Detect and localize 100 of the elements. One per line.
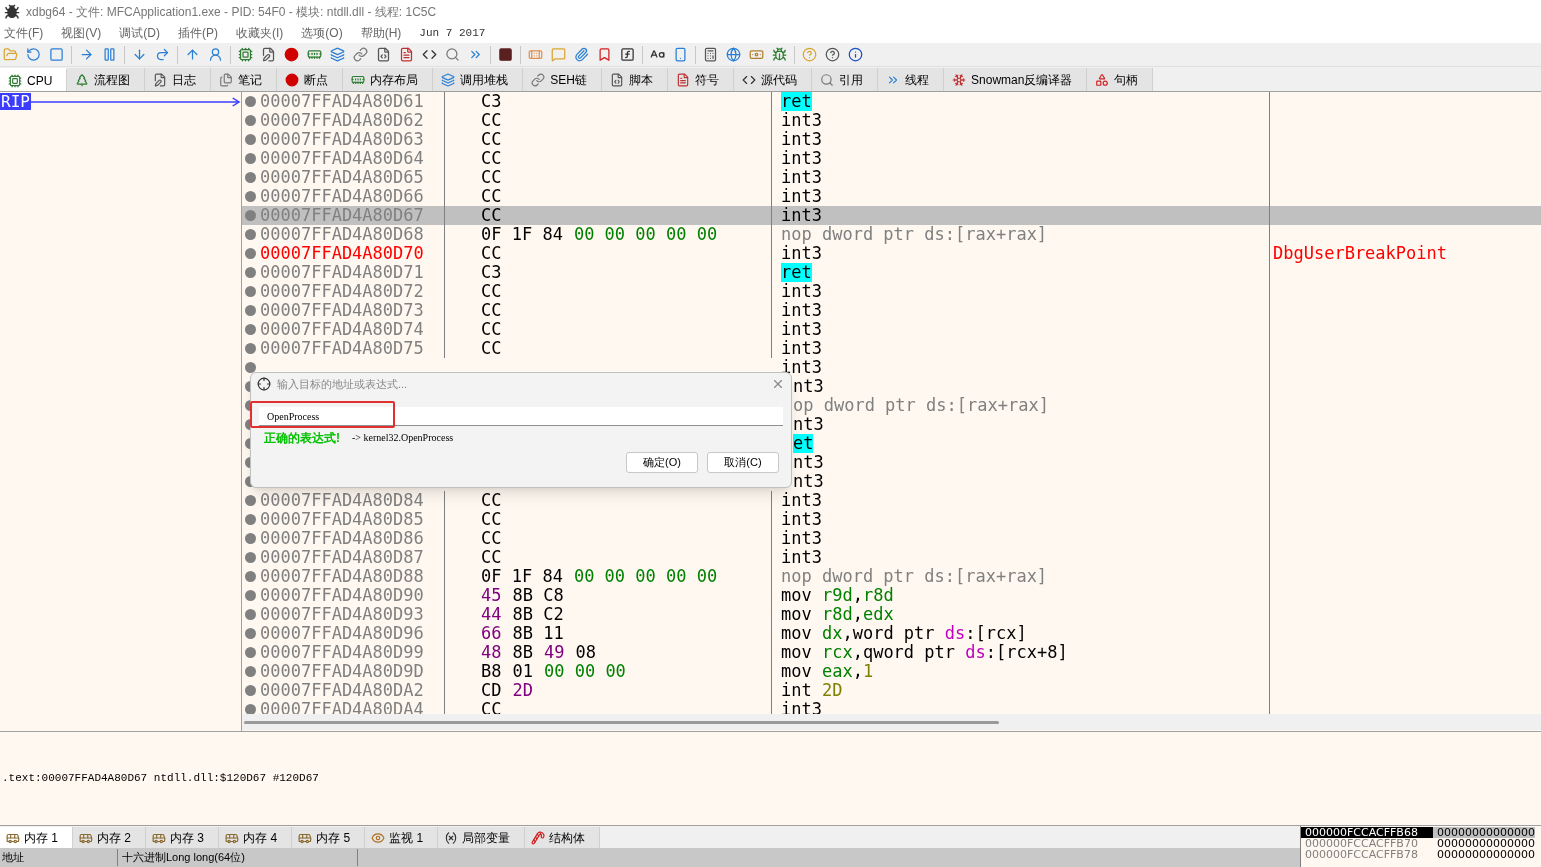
arrow-right-icon bbox=[79, 47, 94, 62]
listing-row[interactable]: 00007FFAD4A80D63 CC int3 bbox=[242, 130, 1541, 149]
listing-row[interactable]: 00007FFAD4A80D96 66 8B 11 mov dx,word ptr ds:[rcx] bbox=[242, 624, 1541, 643]
stack-value: 00000000000000 bbox=[1436, 849, 1535, 860]
tab[interactable]: 引用 bbox=[812, 68, 879, 91]
bookmark-button[interactable] bbox=[596, 46, 613, 63]
listing-row[interactable]: 00007FFAD4A80D61 C3 ret bbox=[242, 92, 1541, 111]
tab[interactable]: 监视 1 bbox=[365, 827, 439, 848]
notepad-button[interactable] bbox=[260, 46, 277, 63]
curved-arrow-button[interactable] bbox=[154, 46, 171, 63]
instruction-text: , bbox=[852, 605, 863, 624]
listing-row[interactable]: 00007FFAD4A80D72 CC int3 bbox=[242, 282, 1541, 301]
tab[interactable]: 源代码 bbox=[734, 68, 813, 91]
tab[interactable]: 内存 2 bbox=[73, 827, 147, 848]
tab[interactable]: 流程图 bbox=[67, 68, 146, 91]
pause-button[interactable] bbox=[101, 46, 118, 63]
menu-item[interactable]: 调试(D) bbox=[119, 24, 160, 42]
folder-button[interactable] bbox=[2, 46, 19, 63]
person-button[interactable] bbox=[207, 46, 224, 63]
layers-button[interactable] bbox=[329, 46, 346, 63]
listing-row[interactable]: 00007FFAD4A80DA2 CD 2D int 2D bbox=[242, 681, 1541, 700]
tab[interactable]: SEH链 bbox=[523, 68, 603, 91]
listing-row[interactable]: 00007FFAD4A80D93 44 8B C2 mov r8d,edx bbox=[242, 605, 1541, 624]
calculator-button[interactable] bbox=[702, 46, 719, 63]
tab[interactable]: Snowman反编译器 bbox=[944, 68, 1088, 91]
horizontal-scrollbar[interactable] bbox=[242, 714, 1541, 730]
listing-row[interactable]: 00007FFAD4A80D71 C3 ret bbox=[242, 263, 1541, 282]
tree-icon bbox=[75, 72, 90, 87]
square-button[interactable] bbox=[497, 46, 514, 63]
listing-row[interactable]: 00007FFAD4A80D62 CC int3 bbox=[242, 111, 1541, 130]
menu-item[interactable]: 视图(V) bbox=[61, 24, 102, 42]
tab[interactable]: 线程 bbox=[878, 68, 945, 91]
tab[interactable]: 脚本 bbox=[602, 68, 669, 91]
listing-row[interactable]: 00007FFAD4A80D64 CC int3 bbox=[242, 149, 1541, 168]
instruction-text: , bbox=[852, 662, 863, 681]
function-button[interactable] bbox=[619, 46, 636, 63]
tab[interactable]: 结构体 bbox=[525, 827, 601, 848]
stop-button[interactable] bbox=[48, 46, 65, 63]
listing-row[interactable]: 00007FFAD4A80D87 CC int3 bbox=[242, 548, 1541, 567]
listing-row[interactable]: 00007FFAD4A80D75 CC int3 bbox=[242, 339, 1541, 358]
info-button[interactable] bbox=[847, 46, 864, 63]
listing-row[interactable]: 00007FFAD4A80D73 CC int3 bbox=[242, 301, 1541, 320]
listing-row[interactable]: 00007FFAD4A80D99 48 8B 49 08 mov rcx,qword ptr ds:[rcx+8] bbox=[242, 643, 1541, 662]
arrow-down-button[interactable] bbox=[131, 46, 148, 63]
listing-row[interactable]: 00007FFAD4A80D68 0F 1F 84 00 00 00 00 00 nop dword ptr ds:[rax+rax] bbox=[242, 225, 1541, 244]
document-button[interactable] bbox=[398, 46, 415, 63]
paperclip-button[interactable] bbox=[573, 46, 590, 63]
column-header[interactable]: 地址 bbox=[0, 849, 118, 866]
stack-address[interactable]: 000000FCCACFFB70 bbox=[1301, 838, 1433, 849]
tab[interactable]: 内存 4 bbox=[219, 827, 293, 848]
question-button[interactable] bbox=[824, 46, 841, 63]
menu-item[interactable]: 帮助(H) bbox=[360, 24, 402, 42]
dialog-button[interactable]: 取消(C) bbox=[707, 452, 779, 473]
menu-item[interactable]: 选项(O) bbox=[301, 24, 343, 42]
listing-row[interactable]: 00007FFAD4A80D9D B8 01 00 00 00 mov eax,1 bbox=[242, 662, 1541, 681]
globe-button[interactable] bbox=[725, 46, 742, 63]
script-button[interactable] bbox=[375, 46, 392, 63]
listing-row[interactable]: 00007FFAD4A80D67 CC int3 bbox=[242, 206, 1541, 225]
chip-button[interactable] bbox=[237, 46, 254, 63]
tab[interactable]: 断点 bbox=[277, 68, 344, 91]
listing-row[interactable]: 00007FFAD4A80D65 CC int3 bbox=[242, 168, 1541, 187]
scrollbar-thumb[interactable] bbox=[244, 720, 999, 724]
dialog-button[interactable]: 确定(O) bbox=[626, 452, 698, 473]
tab[interactable]: 符号 bbox=[668, 68, 735, 91]
dot-button[interactable] bbox=[283, 46, 300, 63]
menu-item[interactable]: 插件(P) bbox=[178, 24, 218, 42]
listing-row[interactable]: 00007FFAD4A80D85 CC int3 bbox=[242, 510, 1541, 529]
listing-row[interactable]: 00007FFAD4A80D74 CC int3 bbox=[242, 320, 1541, 339]
menu-item[interactable]: 收藏夹(I) bbox=[236, 24, 284, 42]
tab[interactable]: 日志 bbox=[145, 68, 212, 91]
close-icon[interactable] bbox=[771, 377, 785, 391]
instruction-text: int3 bbox=[781, 168, 822, 187]
tab[interactable]: 笔记 bbox=[211, 68, 278, 91]
expression-field[interactable]: OpenProcess bbox=[259, 407, 783, 426]
column-header[interactable]: 十六进制Long long(64位) bbox=[118, 849, 358, 866]
restart-button[interactable] bbox=[25, 46, 42, 63]
search-button[interactable] bbox=[444, 46, 461, 63]
instruction-text: ,qword ptr bbox=[852, 643, 957, 662]
listing-row[interactable]: 00007FFAD4A80D90 45 8B C8 mov r9d,r8d bbox=[242, 586, 1541, 605]
tab[interactable]: 内存布局 bbox=[343, 68, 434, 91]
tab[interactable]: 调用堆栈 bbox=[433, 68, 524, 91]
phone-button[interactable] bbox=[672, 46, 689, 63]
tab[interactable]: CPU bbox=[0, 68, 68, 91]
listing-row[interactable]: 00007FFAD4A80D84 CC int3 bbox=[242, 491, 1541, 510]
help-button[interactable] bbox=[801, 46, 818, 63]
tab[interactable]: 内存 3 bbox=[146, 827, 220, 848]
tab[interactable]: 局部变量 bbox=[438, 827, 526, 848]
arrow-up-button[interactable] bbox=[184, 46, 201, 63]
tab[interactable]: 内存 1 bbox=[0, 827, 73, 848]
tab[interactable]: 内存 5 bbox=[292, 827, 366, 848]
bug-button[interactable] bbox=[771, 46, 788, 63]
tab[interactable]: 句柄 bbox=[1087, 68, 1154, 91]
stack-address[interactable]: 000000FCCACFFB68 bbox=[1301, 827, 1433, 838]
menu-item[interactable]: 文件(F) bbox=[4, 24, 44, 42]
chain-button[interactable] bbox=[352, 46, 369, 63]
arrow-right-button[interactable] bbox=[78, 46, 95, 63]
listing-row[interactable]: 00007FFAD4A80D86 CC int3 bbox=[242, 529, 1541, 548]
stack-address[interactable]: 000000FCCACFFB78 bbox=[1301, 849, 1433, 860]
listing-row[interactable]: 00007FFAD4A80D88 0F 1F 84 00 00 00 00 00 nop dword ptr ds:[rax+rax] bbox=[242, 567, 1541, 586]
instruction-text: 1 bbox=[862, 662, 874, 681]
